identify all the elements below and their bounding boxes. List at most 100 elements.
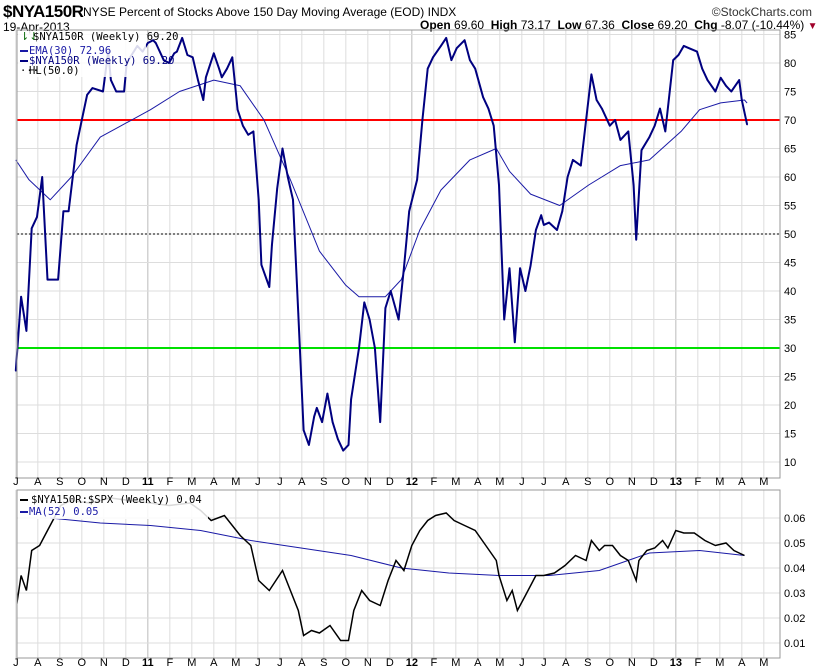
price-point <box>91 87 94 89</box>
price-point <box>25 330 28 332</box>
price-point <box>67 210 70 212</box>
x-tick-label: F <box>430 657 437 668</box>
x-tick-label: N <box>628 476 636 488</box>
price-point <box>81 119 83 121</box>
price-point <box>426 67 429 70</box>
x-tick-label: S <box>56 476 63 488</box>
price-point <box>548 221 550 224</box>
price-point <box>202 99 205 101</box>
price-point <box>609 124 611 127</box>
price-point <box>213 52 215 55</box>
price-point <box>508 267 511 270</box>
price-point <box>379 421 381 423</box>
price-point <box>247 134 249 136</box>
price-point <box>445 37 447 39</box>
x-tick-label: 11 <box>142 657 154 668</box>
x-tick-label: D <box>122 657 130 668</box>
x-tick-label: J <box>277 476 283 488</box>
price-point <box>176 50 178 53</box>
price-point <box>242 124 244 127</box>
price-point <box>714 90 717 93</box>
price-point <box>590 73 593 76</box>
y-tick-label: 60 <box>784 172 796 184</box>
price-point <box>313 415 315 418</box>
x-tick-label: J <box>519 476 525 488</box>
price-point <box>41 176 44 178</box>
price-point <box>503 318 506 321</box>
x-tick-label: S <box>584 476 591 488</box>
x-tick-label: A <box>298 476 306 488</box>
price-point <box>173 52 176 55</box>
price-point <box>474 67 477 70</box>
x-tick-label: F <box>694 657 701 668</box>
chart-svg: J J A A S S O O N N D D 11 11 F F M M A A M M J J J J A A S S O O N N D D 12… <box>13 29 805 668</box>
price-point <box>682 45 685 47</box>
y-tick-label: 35 <box>784 315 796 327</box>
price-point <box>614 119 616 121</box>
x-tick-label: O <box>78 657 87 668</box>
legend-hl: HL(50.0) <box>29 65 80 77</box>
price-point <box>659 107 661 110</box>
x-tick-label: M <box>495 476 504 488</box>
price-point <box>384 307 387 309</box>
price-point <box>746 123 748 126</box>
price-point <box>236 108 239 111</box>
price-point <box>389 290 392 292</box>
price-point <box>271 244 273 247</box>
price-point <box>197 79 199 81</box>
price-point <box>566 176 569 178</box>
price-point <box>627 130 630 133</box>
y-tick-label: 0.03 <box>784 588 805 600</box>
price-point <box>701 67 704 70</box>
price-point <box>408 210 411 212</box>
price-point <box>450 59 453 61</box>
x-tick-label: 12 <box>406 476 418 488</box>
price-point <box>519 267 521 270</box>
series-lines <box>14 36 749 642</box>
price-point <box>397 318 400 321</box>
price-point <box>347 444 350 446</box>
y-tick-label: 40 <box>784 286 796 298</box>
x-tick-label: A <box>210 657 218 668</box>
price-point <box>302 429 305 431</box>
x-tick-label: A <box>474 476 482 488</box>
y-tick-label: 50 <box>784 229 796 241</box>
y-tick-label: 55 <box>784 201 796 213</box>
y-tick-label: 75 <box>784 87 796 99</box>
x-tick-label: A <box>298 657 306 668</box>
x-tick-label: A <box>738 476 746 488</box>
price-point <box>601 107 603 110</box>
x-tick-label: 11 <box>142 476 154 488</box>
price-point <box>672 59 674 61</box>
price-point <box>640 149 643 152</box>
legend-ratio: $NYA150R:$SPX (Weekly) 0.04 <box>31 494 202 506</box>
x-tick-label: D <box>122 476 130 488</box>
price-point <box>653 124 656 127</box>
ratio-swatch-icon <box>20 499 28 501</box>
x-tick-label: M <box>451 657 460 668</box>
price-point <box>205 76 207 79</box>
price-point <box>20 295 22 298</box>
price-point <box>580 164 582 167</box>
price-point <box>46 278 49 281</box>
price-point <box>492 124 495 127</box>
price-point <box>326 392 329 395</box>
x-tick-label: N <box>100 657 108 668</box>
x-tick-label: D <box>386 476 394 488</box>
price-point <box>281 147 284 150</box>
price-point <box>482 96 484 98</box>
x-tick-label: M <box>715 476 724 488</box>
x-tick-label: N <box>628 657 636 668</box>
price-point <box>123 90 125 93</box>
price-point <box>358 347 360 349</box>
y-tick-label: 25 <box>784 372 796 384</box>
ema-swatch-icon <box>20 50 28 52</box>
y-tick-label: 45 <box>784 258 796 270</box>
x-tick-label: J <box>13 476 19 488</box>
x-tick-label: J <box>255 476 261 488</box>
x-tick-label: 13 <box>670 657 682 668</box>
price-point <box>730 90 733 93</box>
x-tick-label: O <box>342 476 351 488</box>
x-tick-label: J <box>13 657 19 668</box>
lower-series <box>17 497 745 642</box>
